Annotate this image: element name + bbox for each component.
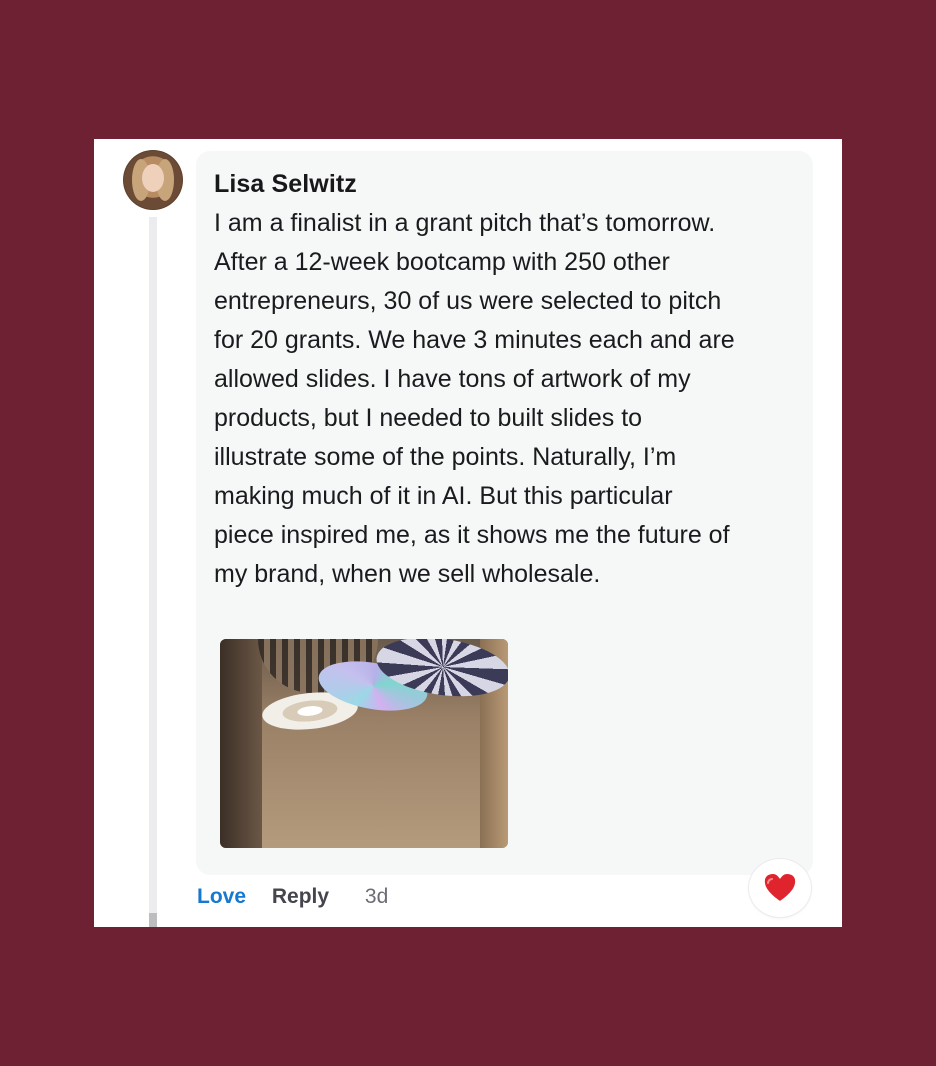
photo-wall — [220, 639, 262, 848]
timestamp: 3d — [364, 885, 389, 908]
thread-line — [149, 217, 157, 927]
comment-photo[interactable] — [220, 639, 508, 848]
love-button[interactable]: Love — [197, 885, 246, 908]
author-name[interactable]: Lisa Selwitz — [214, 170, 357, 199]
heart-icon — [764, 874, 796, 901]
thread-scroll-indicator — [149, 913, 157, 927]
comment-card: Lisa Selwitz I am a finalist in a grant … — [94, 139, 842, 927]
comment-actions: Love Reply 3d — [197, 883, 388, 911]
avatar[interactable] — [123, 150, 183, 210]
reply-button[interactable]: Reply — [272, 885, 329, 908]
reaction-badge[interactable] — [749, 859, 811, 917]
avatar-face — [142, 164, 164, 192]
comment-text: I am a finalist in a grant pitch that’s … — [214, 209, 735, 588]
comment-bubble: Lisa Selwitz I am a finalist in a grant … — [196, 151, 813, 875]
